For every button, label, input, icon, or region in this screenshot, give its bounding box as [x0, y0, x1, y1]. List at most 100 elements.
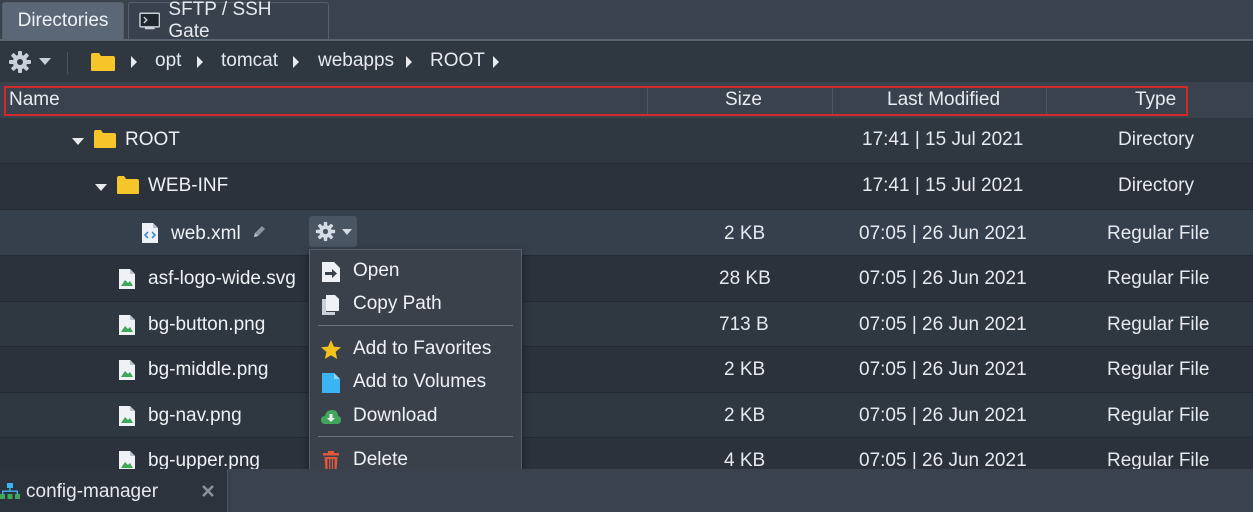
- collapse-icon[interactable]: [95, 184, 107, 191]
- row-name: bg-nav.png: [148, 405, 242, 426]
- row-modified: 07:05 | 26 Jun 2021: [859, 223, 1027, 244]
- toolbar: opt tomcat webapps ROOT: [0, 42, 1253, 82]
- menu-item-label: Open: [353, 260, 400, 281]
- menu-item-copy-path[interactable]: Copy Path: [310, 289, 521, 319]
- row-modified: 07:05 | 26 Jun 2021: [859, 450, 1027, 469]
- gear-icon[interactable]: [8, 50, 32, 74]
- breadcrumb-separator-icon: [293, 56, 299, 68]
- tab-sftp-ssh-gate[interactable]: SFTP / SSH Gate: [128, 0, 329, 42]
- chevron-down-icon: [342, 229, 352, 235]
- folder-icon: [117, 176, 139, 194]
- row-actions-button[interactable]: [309, 216, 357, 247]
- row-name: WEB-INF: [148, 175, 229, 196]
- menu-item-open[interactable]: Open: [310, 256, 521, 286]
- breadcrumb-separator-icon: [131, 56, 137, 68]
- menu-separator: [318, 325, 513, 326]
- close-icon[interactable]: [201, 484, 215, 498]
- menu-item-add-to-favorites[interactable]: Add to Favorites: [310, 334, 521, 364]
- star-icon: [321, 340, 341, 359]
- row-modified: 07:05 | 26 Jun 2021: [859, 359, 1027, 380]
- collapse-icon[interactable]: [72, 138, 84, 145]
- row-name: bg-middle.png: [148, 359, 269, 380]
- table-row[interactable]: bg-nav.png 2 KB 07:05 | 26 Jun 2021 Regu…: [0, 393, 1253, 438]
- column-last-modified[interactable]: Last Modified: [887, 82, 1000, 118]
- table-row[interactable]: bg-button.png 713 B 07:05 | 26 Jun 2021 …: [0, 302, 1253, 347]
- table-row[interactable]: bg-upper.png 4 KB 07:05 | 26 Jun 2021 Re…: [0, 438, 1253, 469]
- breadcrumb-root[interactable]: ROOT: [430, 50, 485, 72]
- breadcrumb-separator-icon: [406, 56, 412, 68]
- menu-item-label: Delete: [353, 449, 408, 470]
- row-modified: 07:05 | 26 Jun 2021: [859, 405, 1027, 426]
- bottom-bar: config-manager: [0, 469, 1253, 512]
- menu-item-label: Download: [353, 405, 438, 426]
- image-file-icon: [119, 269, 135, 289]
- row-modified: 07:05 | 26 Jun 2021: [859, 268, 1027, 289]
- pencil-icon[interactable]: [251, 224, 267, 240]
- row-size: 2 KB: [724, 359, 766, 380]
- row-size: 2 KB: [724, 405, 766, 426]
- row-name: bg-button.png: [148, 314, 266, 335]
- image-file-icon: [119, 406, 135, 426]
- table-row[interactable]: ROOT 17:41 | 15 Jul 2021 Directory: [0, 118, 1253, 164]
- gear-icon: [315, 221, 336, 242]
- column-header: Name Size Last Modified Type: [0, 82, 1253, 118]
- breadcrumb-separator-icon: [197, 56, 203, 68]
- copy-icon: [322, 295, 339, 315]
- row-type: Regular File: [1107, 268, 1210, 289]
- image-file-icon: [119, 451, 135, 469]
- table-row[interactable]: WEB-INF 17:41 | 15 Jul 2021 Directory: [0, 164, 1253, 210]
- bottom-tab-label: config-manager: [26, 481, 159, 502]
- menu-separator: [318, 436, 513, 437]
- row-name: asf-logo-wide.svg: [148, 268, 296, 289]
- breadcrumb-opt[interactable]: opt: [155, 50, 181, 72]
- row-name: bg-upper.png: [148, 450, 260, 469]
- network-icon: [0, 483, 20, 499]
- image-file-icon: [119, 315, 135, 335]
- row-type: Regular File: [1107, 405, 1210, 426]
- column-divider: [647, 86, 648, 114]
- tab-directories-label: Directories: [17, 10, 109, 31]
- folder-icon: [94, 130, 116, 148]
- toolbar-divider: [67, 52, 68, 74]
- row-size: 2 KB: [724, 223, 766, 244]
- row-name: ROOT: [125, 129, 180, 150]
- row-type: Directory: [1118, 175, 1195, 196]
- image-file-icon: [119, 360, 135, 380]
- row-modified: 07:05 | 26 Jun 2021: [859, 314, 1027, 335]
- tab-directories[interactable]: Directories: [2, 2, 124, 39]
- row-name: web.xml: [171, 223, 241, 244]
- table-row[interactable]: asf-logo-wide.svg 28 KB 07:05 | 26 Jun 2…: [0, 256, 1253, 302]
- row-modified: 17:41 | 15 Jul 2021: [862, 175, 1024, 196]
- row-size: 713 B: [719, 314, 769, 335]
- xml-file-icon: [142, 223, 158, 243]
- table-row-selected[interactable]: web.xml 2 KB 07:05 | 26 Jun 2021 Regular…: [0, 210, 1253, 256]
- column-divider: [832, 86, 833, 114]
- column-type[interactable]: Type: [1135, 82, 1176, 118]
- breadcrumb-webapps[interactable]: webapps: [318, 50, 394, 72]
- menu-item-label: Copy Path: [353, 293, 442, 314]
- chevron-down-icon[interactable]: [39, 58, 51, 65]
- menu-item-label: Add to Favorites: [353, 338, 492, 359]
- breadcrumb-tomcat[interactable]: tomcat: [221, 50, 278, 72]
- row-type: Regular File: [1107, 314, 1210, 335]
- row-modified: 17:41 | 15 Jul 2021: [862, 129, 1024, 150]
- row-type: Regular File: [1107, 359, 1210, 380]
- row-type: Regular File: [1107, 223, 1210, 244]
- bottom-tab-config-manager[interactable]: config-manager: [0, 469, 228, 512]
- download-cloud-icon: [321, 410, 341, 424]
- row-type: Directory: [1118, 129, 1195, 150]
- folder-icon[interactable]: [90, 52, 116, 72]
- menu-item-label: Add to Volumes: [353, 371, 487, 392]
- volume-icon: [322, 373, 340, 393]
- row-size: 4 KB: [724, 450, 766, 469]
- open-icon: [322, 262, 340, 282]
- row-type: Regular File: [1107, 450, 1210, 469]
- column-name[interactable]: Name: [9, 82, 60, 118]
- menu-item-add-to-volumes[interactable]: Add to Volumes: [310, 367, 521, 397]
- menu-item-download[interactable]: Download: [310, 401, 521, 431]
- table-row[interactable]: bg-middle.png 2 KB 07:05 | 26 Jun 2021 R…: [0, 347, 1253, 393]
- column-size[interactable]: Size: [725, 82, 762, 118]
- terminal-icon: [139, 12, 161, 30]
- breadcrumb-separator-icon: [493, 56, 499, 68]
- tab-bar: Directories SFTP / SSH Gate: [0, 0, 1253, 42]
